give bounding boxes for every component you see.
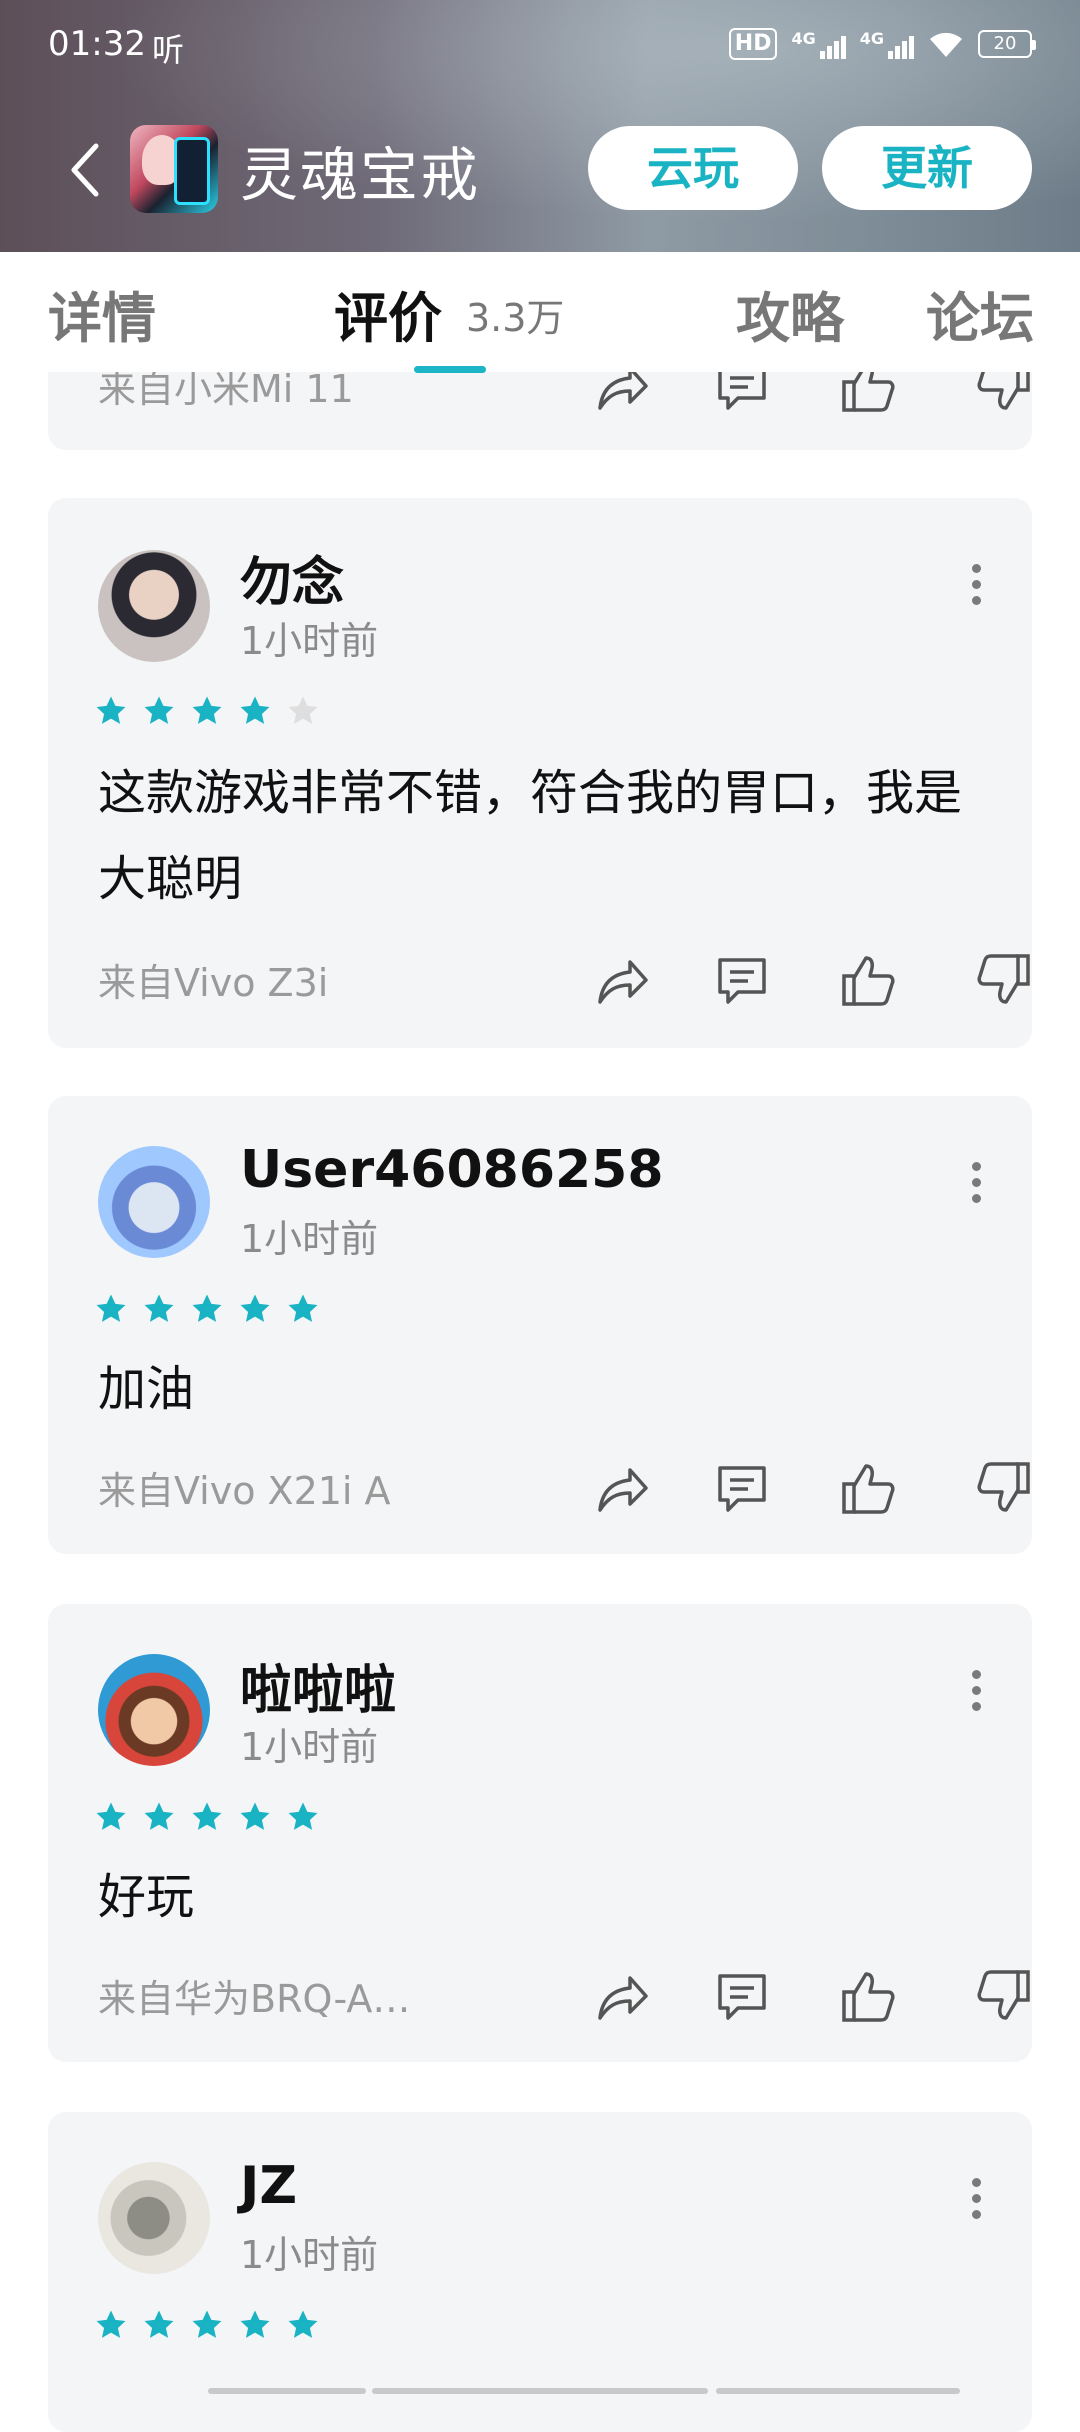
thumbs-down-icon[interactable]	[974, 1458, 1034, 1518]
review-content: 好玩	[98, 1869, 195, 1925]
tab-details[interactable]: 详情	[48, 274, 156, 353]
star-icon	[190, 1800, 224, 1834]
signal-icon-1: 4G	[791, 29, 846, 59]
username[interactable]: JZ	[240, 2156, 297, 2216]
app-icon	[130, 125, 218, 213]
rating-stars	[94, 1800, 320, 1840]
listen-status-icon: 听	[152, 31, 185, 69]
review-actions	[548, 950, 1030, 1010]
app-bar: 灵魂宝戒 云玩 更新	[0, 110, 1080, 230]
star-icon	[286, 2308, 320, 2342]
star-icon	[94, 2308, 128, 2342]
share-icon[interactable]	[592, 1458, 652, 1518]
star-icon	[142, 1292, 176, 1326]
signal-icon-2: 4G	[860, 29, 914, 59]
device-label: 来自Vivo X21i A	[98, 1469, 391, 1513]
star-icon	[238, 2308, 272, 2342]
star-icon	[286, 1292, 320, 1326]
review-time: 1小时前	[240, 1725, 379, 1769]
more-vertical-icon[interactable]	[970, 564, 982, 605]
review-card: JZ 1小时前	[48, 2112, 1032, 2432]
username[interactable]: 勿念	[240, 540, 344, 615]
share-icon[interactable]	[592, 950, 652, 1010]
more-vertical-icon[interactable]	[970, 1670, 982, 1711]
thumbs-up-icon[interactable]	[838, 950, 898, 1010]
star-icon	[142, 2308, 176, 2342]
review-actions	[548, 1966, 1030, 2026]
comment-icon[interactable]	[712, 1458, 772, 1518]
star-icon	[238, 694, 272, 728]
star-icon	[142, 1800, 176, 1834]
rating-stars	[94, 694, 320, 734]
thumbs-up-icon[interactable]	[838, 1966, 898, 2026]
status-bar: 01:32 听 HD 4G 4G 20	[0, 0, 1080, 100]
review-card: 勿念 1小时前 这款游戏非常不错，符合我的胃口，我是大聪明 来自Vivo Z3i	[48, 498, 1032, 1048]
app-header: 01:32 听 HD 4G 4G 20 灵魂宝戒 云玩 更新	[0, 0, 1080, 252]
star-icon	[94, 1800, 128, 1834]
review-time: 1小时前	[240, 2233, 379, 2277]
share-icon[interactable]	[592, 1966, 652, 2026]
back-arrow-icon[interactable]	[66, 140, 106, 200]
status-icons: HD 4G 4G 20	[728, 28, 1036, 60]
star-icon	[190, 1292, 224, 1326]
username[interactable]: User46086258	[240, 1140, 664, 1200]
review-content: 这款游戏非常不错，符合我的胃口，我是大聪明	[98, 765, 963, 907]
tab-guides[interactable]: 攻略	[736, 274, 844, 353]
review-time: 1小时前	[240, 1217, 379, 1261]
star-icon	[286, 1800, 320, 1834]
comment-icon[interactable]	[712, 950, 772, 1010]
rating-stars	[94, 1292, 320, 1332]
avatar[interactable]	[98, 1654, 210, 1766]
star-icon	[94, 694, 128, 728]
tab-reviews[interactable]: 评价	[334, 274, 442, 353]
star-icon	[142, 694, 176, 728]
more-vertical-icon[interactable]	[970, 2178, 982, 2219]
tab-forum[interactable]: 论坛	[926, 274, 1034, 353]
tab-active-indicator	[414, 366, 486, 373]
review-content: 加油	[98, 1361, 195, 1417]
review-time: 1小时前	[240, 619, 379, 663]
star-icon	[94, 1292, 128, 1326]
more-vertical-icon[interactable]	[970, 1162, 982, 1203]
hd-icon: HD	[728, 28, 778, 60]
comment-icon[interactable]	[712, 1966, 772, 2026]
app-title: 灵魂宝戒	[240, 141, 481, 209]
battery-icon: 20	[978, 30, 1036, 58]
thumbs-down-icon[interactable]	[974, 1966, 1034, 2026]
avatar[interactable]	[98, 1146, 210, 1258]
cloud-play-button[interactable]: 云玩	[588, 126, 798, 210]
tab-bar: 详情 评价 3.3万 攻略 论坛	[0, 252, 1080, 373]
update-button[interactable]: 更新	[822, 126, 1032, 210]
status-time: 01:32	[48, 24, 146, 64]
username[interactable]: 啦啦啦	[240, 1648, 396, 1723]
star-icon	[190, 2308, 224, 2342]
wifi-icon	[930, 32, 962, 57]
star-icon	[238, 1292, 272, 1326]
review-card: 啦啦啦 1小时前 好玩 来自华为BRQ-A…	[48, 1604, 1032, 2062]
avatar[interactable]	[98, 550, 210, 662]
review-card: User46086258 1小时前 加油 来自Vivo X21i A	[48, 1096, 1032, 1554]
rating-stars	[94, 2308, 320, 2348]
star-icon	[238, 1800, 272, 1834]
reviews-count: 3.3万	[466, 296, 565, 340]
device-label: 来自华为BRQ-A…	[98, 1977, 411, 2021]
thumbs-up-icon[interactable]	[838, 1458, 898, 1518]
avatar[interactable]	[98, 2162, 210, 2274]
review-actions	[548, 1458, 1030, 1518]
bottom-scroll-hint	[0, 2388, 1080, 2396]
device-label: 来自Vivo Z3i	[98, 961, 329, 1005]
star-icon	[190, 694, 224, 728]
thumbs-down-icon[interactable]	[974, 950, 1034, 1010]
star-icon	[286, 694, 320, 728]
